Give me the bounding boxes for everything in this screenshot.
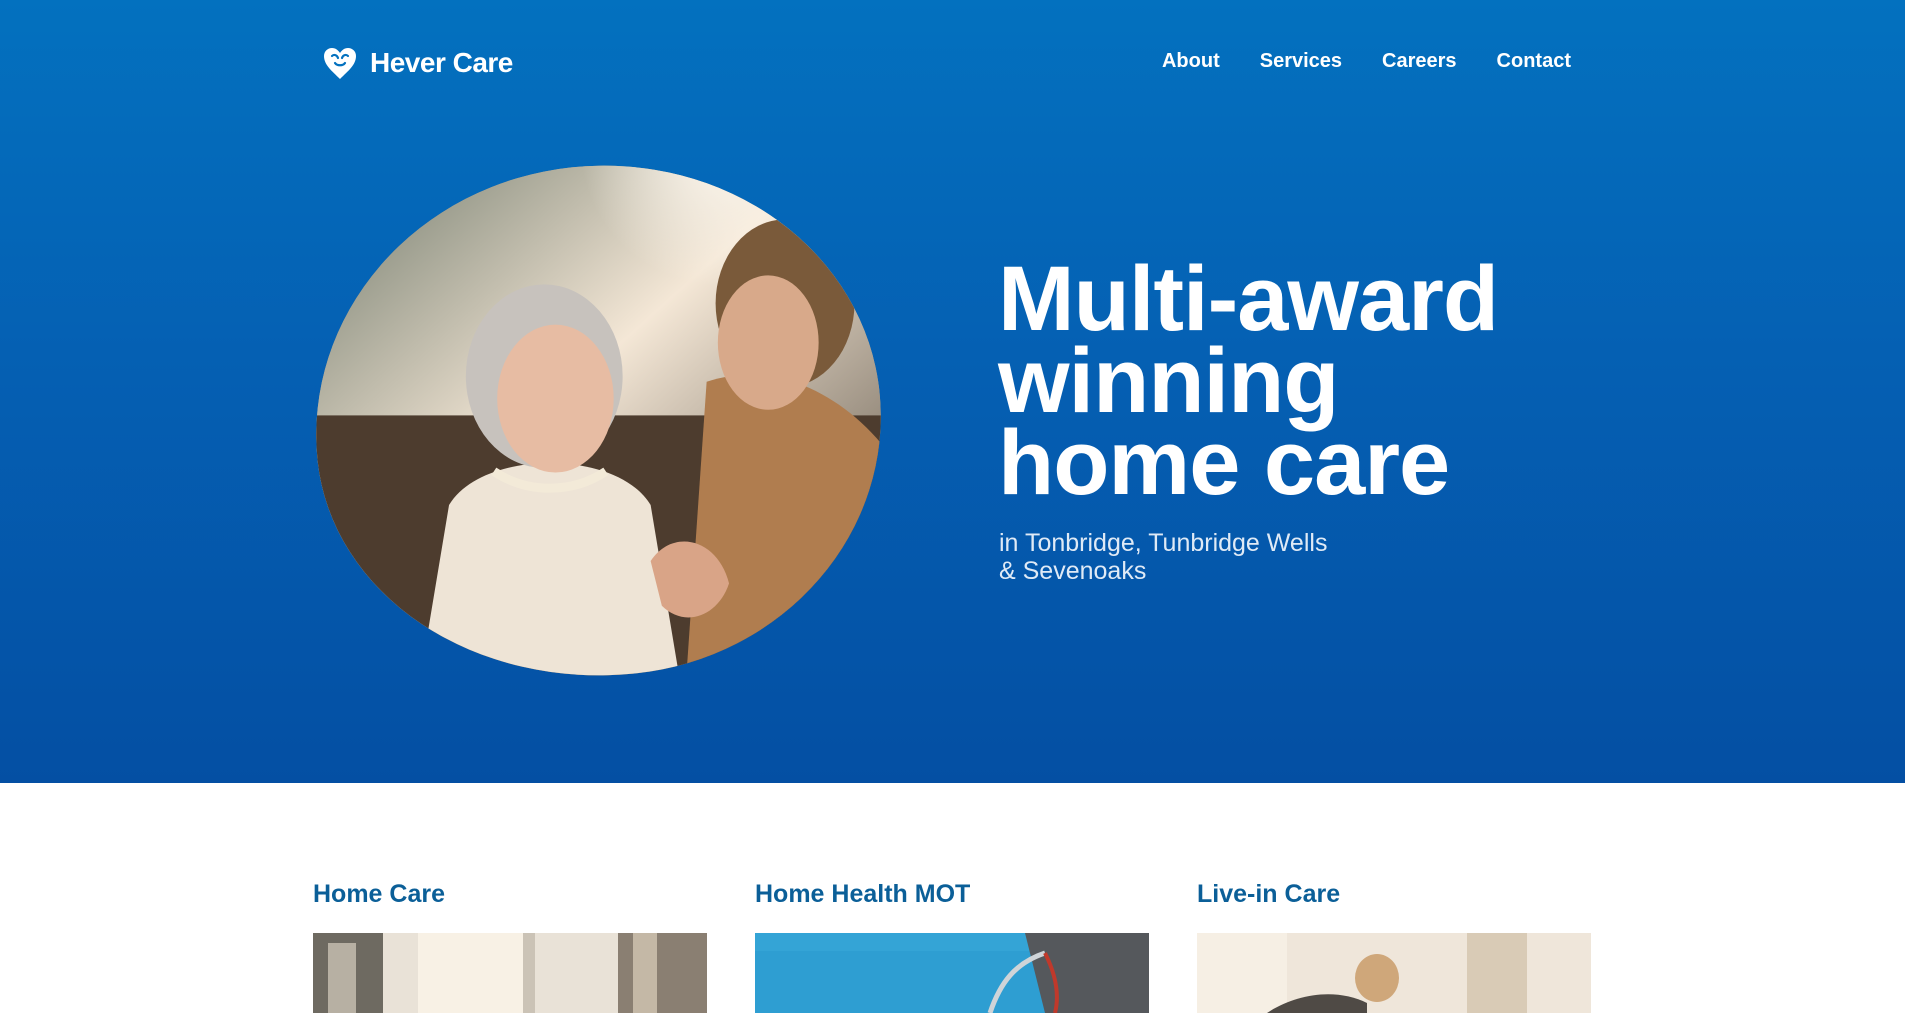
- service-card-home-health-mot[interactable]: Home Health MOT: [755, 879, 1149, 1013]
- headline-line-3: home care: [998, 412, 1450, 514]
- service-title-home-care[interactable]: Home Care: [313, 879, 707, 919]
- headline-line-1: Multi-award: [998, 248, 1499, 350]
- nav-careers-link[interactable]: Careers: [1382, 50, 1457, 73]
- nav-contact-link[interactable]: Contact: [1497, 50, 1571, 73]
- service-title-live-in-care[interactable]: Live-in Care: [1197, 879, 1591, 919]
- main-menu: About Services Careers Contact: [1162, 50, 1571, 73]
- hero-photo-illustration: [289, 137, 907, 705]
- home-care-photo-illustration: [313, 933, 707, 1013]
- live-in-care-photo[interactable]: [1197, 933, 1591, 1013]
- brand-name: Hever Care: [370, 47, 513, 78]
- hero-location-subheading: in Tonbridge, Tunbridge Wells & Sevenoak…: [999, 529, 1327, 585]
- blood-pressure-monitor-photo[interactable]: [755, 933, 1149, 1013]
- hero-headline: Multi-award winning home care: [998, 248, 1499, 514]
- heart-logo-icon: [324, 48, 356, 79]
- subline-line-2: & Sevenoaks: [999, 557, 1147, 585]
- home-care-photo[interactable]: [313, 933, 707, 1013]
- service-card-home-care[interactable]: Home Care: [313, 879, 707, 1013]
- brand-logo-link[interactable]: Hever Care: [320, 43, 513, 83]
- top-navigation: Hever Care About Services Careers Contac…: [0, 0, 1905, 125]
- nav-services-link[interactable]: Services: [1260, 50, 1342, 73]
- service-card-live-in-care[interactable]: Live-in Care: [1197, 879, 1591, 1013]
- hero-photo-elderly-woman-with-carer: [289, 137, 907, 705]
- live-in-care-photo-illustration: [1197, 933, 1591, 1013]
- headline-line-2: winning: [998, 330, 1339, 432]
- subline-line-1: in Tonbridge, Tunbridge Wells: [999, 529, 1328, 557]
- service-title-home-health-mot[interactable]: Home Health MOT: [755, 879, 1149, 919]
- nav-about-link[interactable]: About: [1162, 50, 1220, 73]
- hero-section: Hever Care About Services Careers Contac…: [0, 0, 1905, 783]
- blood-pressure-photo-illustration: [755, 933, 1149, 1013]
